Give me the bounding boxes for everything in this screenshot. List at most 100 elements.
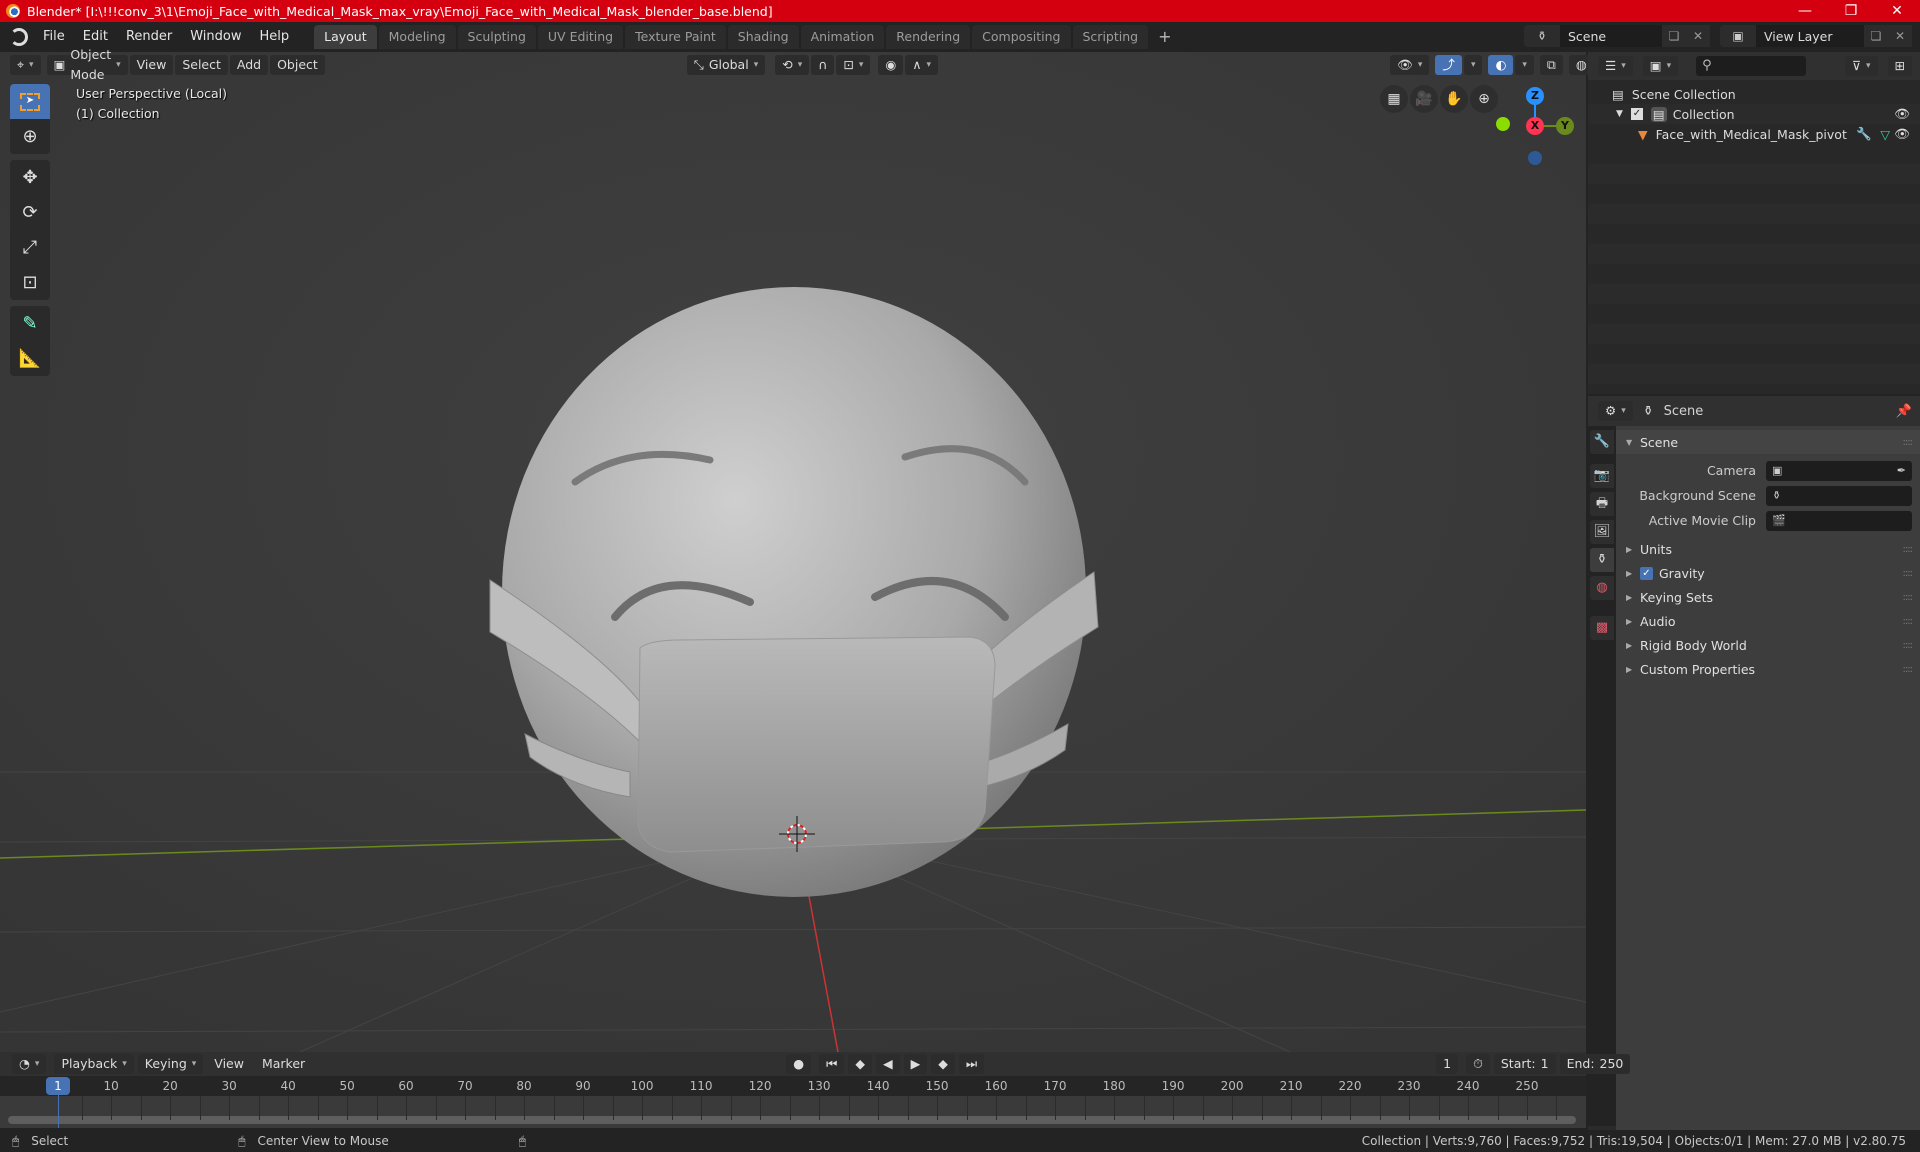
current-frame-field[interactable]: 1	[1436, 1054, 1459, 1074]
end-frame-field[interactable]: End: 250	[1559, 1054, 1630, 1074]
overlay-dropdown[interactable]: ▾	[1515, 55, 1534, 75]
transform-tool[interactable]: ⊡	[10, 265, 50, 300]
measure-tool[interactable]: 📐	[10, 341, 50, 376]
proportional-edit-toggle[interactable]: ◉	[878, 55, 904, 75]
gizmo-z-axis[interactable]: Z	[1526, 87, 1544, 105]
scale-tool[interactable]: ⤢	[10, 230, 50, 265]
active-movie-clip-field[interactable]: 🎬	[1766, 510, 1912, 531]
record-button[interactable]: ●	[786, 1054, 812, 1074]
menu-help[interactable]: Help	[251, 22, 299, 52]
view-layer-name[interactable]: View Layer	[1756, 29, 1864, 44]
panel-custom-properties[interactable]: ▶ Custom Properties::::	[1616, 657, 1920, 681]
annotate-tool[interactable]: ✎	[10, 306, 50, 341]
mode-dropdown[interactable]: ▣ Object Mode ▾	[46, 47, 128, 82]
outliner-scene-collection[interactable]: ▤ Scene Collection	[1588, 84, 1920, 104]
camera-field[interactable]: ▣ ✒	[1766, 460, 1912, 481]
tab-modeling[interactable]: Modeling	[378, 25, 456, 49]
delete-scene-button[interactable]: ✕	[1686, 25, 1710, 47]
tab-compositing[interactable]: Compositing	[972, 25, 1071, 49]
gizmo-neg-y-axis[interactable]	[1496, 117, 1510, 131]
scene-selector[interactable]: ⚱ Scene ❏ ✕	[1524, 25, 1710, 47]
minimize-button[interactable]: —	[1782, 0, 1828, 22]
tab-texture[interactable]: ▩	[1590, 616, 1614, 640]
outliner-search-input[interactable]: ⚲	[1696, 56, 1807, 76]
panel-rigid-body-world[interactable]: ▶ Rigid Body World::::	[1616, 633, 1920, 657]
menu-file[interactable]: File	[34, 22, 74, 52]
gizmo-dropdown[interactable]: ▾	[1463, 55, 1483, 75]
3d-viewport[interactable]	[0, 52, 1586, 1052]
pivot-dropdown[interactable]: ⟲ ▾	[775, 55, 810, 75]
maximize-button[interactable]: ❐	[1828, 0, 1874, 22]
tab-scripting[interactable]: Scripting	[1072, 25, 1149, 49]
outliner-editor-type[interactable]: ☰ ▾	[1598, 56, 1633, 76]
gizmo-toggle[interactable]: ⤴	[1435, 55, 1462, 75]
display-mode-dropdown[interactable]: ▣ ▾	[1642, 56, 1679, 76]
orientation-dropdown[interactable]: ⤡ Global ▾	[686, 55, 766, 75]
outliner-object[interactable]: ▼ Face_with_Medical_Mask_pivot 🔧 ▽ 👁	[1588, 124, 1920, 144]
xray-toggle[interactable]: ⧉	[1539, 55, 1563, 75]
mesh-data-icon[interactable]: ▽	[1880, 127, 1890, 142]
navigation-gizmo[interactable]: Z X Y	[1496, 87, 1590, 167]
tab-layout[interactable]: Layout	[314, 25, 377, 49]
tab-sculpting[interactable]: Sculpting	[457, 25, 536, 49]
tab-shading[interactable]: Shading	[727, 25, 799, 49]
view-layer-selector[interactable]: ▣ View Layer ❏ ✕	[1720, 25, 1912, 47]
snap-dropdown[interactable]: ⊡ ▾	[836, 55, 871, 75]
menu-marker[interactable]: Marker	[255, 1054, 312, 1074]
timeline-editor-type[interactable]: ◔ ▾	[12, 1054, 47, 1074]
expand-toggle[interactable]: ▼	[1616, 109, 1623, 119]
play-reverse-button[interactable]: ◀	[876, 1054, 900, 1074]
modifier-wrench-icon[interactable]: 🔧	[1856, 126, 1872, 142]
tab-animation[interactable]: Animation	[800, 25, 885, 49]
rotate-tool[interactable]: ⟳	[10, 195, 50, 230]
filter-dropdown[interactable]: ⊽ ▾	[1844, 56, 1878, 76]
scene-name[interactable]: Scene	[1560, 29, 1662, 44]
timeline-ruler[interactable]: 10 20 30 40 50 60 70 80 90 100 110 120 130 140 150 160 1…	[0, 1076, 1586, 1096]
gravity-checkbox[interactable]: ✓	[1640, 566, 1653, 580]
collection-checkbox[interactable]: ✓	[1630, 108, 1643, 120]
tab-rendering[interactable]: Rendering	[886, 25, 971, 49]
playhead-handle[interactable]: 1	[46, 1077, 70, 1095]
new-collection-button[interactable]: ⊞	[1887, 56, 1912, 76]
move-tool[interactable]: ✥	[10, 160, 50, 195]
tab-texture-paint[interactable]: Texture Paint	[625, 25, 726, 49]
outliner-collection[interactable]: ▼ ✓ ▤ Collection 👁	[1588, 104, 1920, 124]
start-frame-field[interactable]: Start: 1	[1493, 1054, 1556, 1074]
background-scene-field[interactable]: ⚱	[1766, 485, 1912, 506]
properties-editor-type[interactable]: ⚙ ▾	[1598, 401, 1633, 421]
next-keyframe-button[interactable]: ◆	[931, 1054, 955, 1074]
jump-end-button[interactable]: ⏭	[958, 1054, 985, 1074]
select-box-tool[interactable]: ➤	[10, 84, 50, 119]
tab-view-layer[interactable]: 🖼	[1590, 520, 1614, 544]
toggle-grid-button[interactable]: ▦	[1380, 85, 1408, 113]
gizmo-neg-z-axis[interactable]	[1528, 151, 1542, 165]
cursor-tool[interactable]: ⊕	[10, 119, 50, 154]
tab-render[interactable]: 📷	[1590, 464, 1614, 488]
play-button[interactable]: ▶	[903, 1054, 928, 1074]
visibility-eye-icon[interactable]: 👁	[1894, 106, 1910, 122]
gizmo-x-axis[interactable]: X	[1526, 117, 1544, 135]
zoom-button[interactable]: ⊕	[1470, 85, 1498, 113]
tab-scene[interactable]: ⚱	[1590, 548, 1614, 572]
panel-gravity[interactable]: ▶ ✓ Gravity::::	[1616, 561, 1920, 585]
delete-view-layer-button[interactable]: ✕	[1888, 25, 1912, 47]
prev-keyframe-button[interactable]: ◆	[848, 1054, 872, 1074]
editor-type-button[interactable]: ⌖ ▾	[10, 55, 41, 75]
menu-object[interactable]: Object	[270, 55, 325, 75]
falloff-dropdown[interactable]: ∧ ▾	[905, 55, 939, 75]
panel-scene[interactable]: ▼ Scene::::	[1616, 430, 1920, 454]
panel-audio[interactable]: ▶ Audio::::	[1616, 609, 1920, 633]
playback-dropdown[interactable]: Playback ▾	[54, 1054, 134, 1074]
menu-add[interactable]: Add	[229, 55, 269, 75]
menu-select[interactable]: Select	[175, 55, 228, 75]
new-view-layer-button[interactable]: ❏	[1864, 25, 1888, 47]
menu-view[interactable]: View	[129, 55, 174, 75]
pin-icon[interactable]: 📌	[1896, 404, 1912, 419]
visibility-dropdown[interactable]: 👁 ▾	[1390, 55, 1430, 75]
menu-render[interactable]: Render	[117, 22, 181, 52]
keying-dropdown[interactable]: Keying ▾	[137, 1054, 204, 1074]
tab-output[interactable]: 🖶	[1590, 492, 1614, 516]
tab-tool[interactable]: 🔧	[1590, 430, 1614, 454]
menu-view[interactable]: View	[207, 1054, 251, 1074]
timeline-scrollbar[interactable]	[8, 1116, 1576, 1124]
